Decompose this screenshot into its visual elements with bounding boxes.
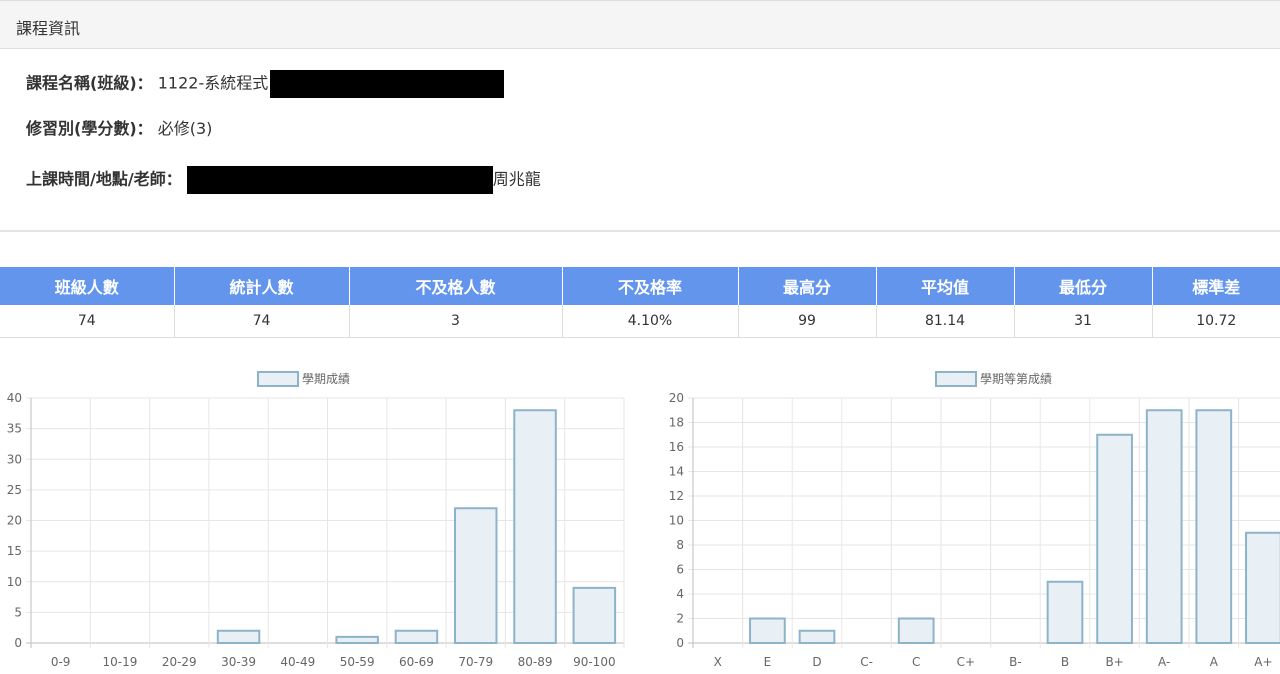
x-tick-label: 80-89	[518, 655, 553, 669]
stats-header-cell: 平均值	[876, 267, 1015, 305]
stats-table: 班級人數 統計人數 不及格人數 不及格率 最高分 平均值 最低分 標準差 74 …	[0, 267, 1280, 338]
legend-swatch	[935, 371, 977, 387]
schedule-value: 周兆龍	[492, 169, 541, 189]
x-tick-label: 10-19	[103, 655, 138, 669]
y-tick-label: 15	[7, 544, 22, 558]
y-tick-label: 12	[669, 489, 684, 503]
y-tick-label: 25	[7, 483, 22, 497]
x-tick-label: B+	[1105, 655, 1123, 669]
elective-value: 必修(3)	[157, 119, 213, 138]
elective-label: 修習別(學分數)：	[26, 119, 153, 138]
y-tick-label: 40	[7, 391, 22, 405]
semester-grade-chart: 0 2 4 6 8 10 12 14 16 18 20 X E D C- C C+ B- B B+ A- A A+ 學期等第成…	[669, 371, 1280, 669]
y-tick-label: 6	[676, 563, 684, 577]
x-tick-label: 40-49	[280, 655, 315, 669]
course-info-page: 課程資訊 課程名稱(班級)： 1122-系統程式 修習別(學分數)： 必修(3)…	[0, 0, 1280, 674]
y-tick-label: 30	[7, 452, 22, 466]
bar	[798, 629, 836, 644]
course-name-value: 1122-系統程式	[157, 73, 269, 93]
stats-value-cell: 81.14	[876, 305, 1015, 338]
y-tick-label: 4	[676, 587, 684, 601]
section-divider	[0, 230, 1280, 232]
course-name-row: 課程名稱(班級)： 1122-系統程式	[26, 70, 505, 98]
x-tick-label: 60-69	[399, 655, 434, 669]
stats-header-row: 班級人數 統計人數 不及格人數 不及格率 最高分 平均值 最低分 標準差	[0, 267, 1280, 305]
table-row: 74 74 3 4.10% 99 81.14 31 10.72	[0, 305, 1280, 338]
panel-title: 課程資訊	[16, 19, 81, 38]
stats-header-cell: 班級人數	[0, 267, 175, 305]
stats-value-cell: 4.10%	[562, 305, 739, 338]
redacted-block	[270, 70, 505, 98]
stats-header-cell: 統計人數	[174, 267, 350, 305]
bar	[1245, 531, 1280, 644]
x-tick-label: 90-100	[573, 655, 616, 669]
stats-header-cell: 標準差	[1152, 267, 1280, 305]
course-name-label: 課程名稱(班級)：	[26, 73, 153, 93]
legend-label: 學期等第成績	[980, 372, 1052, 386]
y-tick-label: 8	[676, 538, 684, 552]
bar	[335, 635, 379, 644]
x-tick-label: 50-59	[340, 655, 375, 669]
x-tick-label: E	[764, 655, 772, 669]
y-tick-label: 20	[669, 391, 684, 405]
bar	[749, 617, 786, 644]
stats-value-cell: 74	[174, 305, 350, 338]
y-tick-label: 16	[669, 440, 684, 454]
x-tick-label: D	[812, 655, 821, 669]
bar	[1046, 580, 1084, 644]
chart-legend: 學期等第成績	[935, 371, 1052, 387]
bar	[897, 617, 935, 644]
legend-label: 學期成績	[302, 372, 350, 386]
x-tick-label: X	[714, 655, 722, 669]
stats-header-cell: 不及格人數	[349, 267, 563, 305]
schedule-label: 上課時間/地點/老師：	[26, 169, 182, 189]
y-tick-label: 14	[669, 465, 684, 479]
redacted-block	[186, 166, 493, 194]
x-tick-label: C	[912, 655, 920, 669]
stats-value-cell: 31	[1014, 305, 1153, 338]
x-tick-label: C+	[957, 655, 975, 669]
legend-swatch	[257, 371, 299, 387]
y-tick-label: 18	[669, 416, 684, 430]
x-tick-label: 30-39	[221, 655, 256, 669]
bar	[572, 586, 617, 644]
y-tick-label: 0	[14, 636, 22, 650]
y-tick-label: 0	[676, 636, 684, 650]
x-tick-label: A	[1210, 655, 1219, 669]
y-tick-label: 2	[676, 612, 684, 626]
x-tick-label: C-	[860, 655, 873, 669]
y-tick-label: 20	[7, 514, 22, 528]
bar	[1096, 433, 1133, 644]
y-tick-label: 35	[7, 422, 22, 436]
stats-header-cell: 最高分	[738, 267, 877, 305]
stats-value-cell: 74	[0, 305, 175, 338]
y-tick-label: 5	[14, 605, 22, 619]
bar	[513, 409, 557, 644]
stats-value-cell: 3	[349, 305, 563, 338]
chart-legend: 學期成績	[257, 371, 350, 387]
stats-value-cell: 10.72	[1152, 305, 1280, 338]
x-tick-label: B	[1061, 655, 1069, 669]
x-tick-label: 20-29	[162, 655, 197, 669]
bar	[216, 629, 261, 644]
elective-row: 修習別(學分數)： 必修(3)	[26, 118, 212, 140]
panel-heading: 課程資訊	[0, 0, 1280, 49]
y-tick-label: 10	[669, 514, 684, 528]
x-tick-label: B-	[1009, 655, 1022, 669]
x-tick-label: A-	[1158, 655, 1170, 669]
chart-grid	[688, 397, 1280, 648]
y-tick-label: 10	[7, 575, 22, 589]
bar	[1145, 409, 1183, 644]
x-tick-label: A+	[1254, 655, 1272, 669]
stats-header-cell: 最低分	[1014, 267, 1153, 305]
stats-header-cell: 不及格率	[562, 267, 739, 305]
semester-score-chart: 0 5 10 15 20 25 30 35 40 0-9 10-19 20-29 30-39 40-49 5…	[7, 371, 625, 669]
x-tick-label: 70-79	[458, 655, 493, 669]
schedule-row: 上課時間/地點/老師： 周兆龍	[26, 166, 541, 194]
bar	[453, 507, 498, 644]
bar	[394, 629, 439, 644]
stats-value-cell: 99	[738, 305, 877, 338]
x-tick-label: 0-9	[51, 655, 71, 669]
bar	[1195, 409, 1233, 644]
